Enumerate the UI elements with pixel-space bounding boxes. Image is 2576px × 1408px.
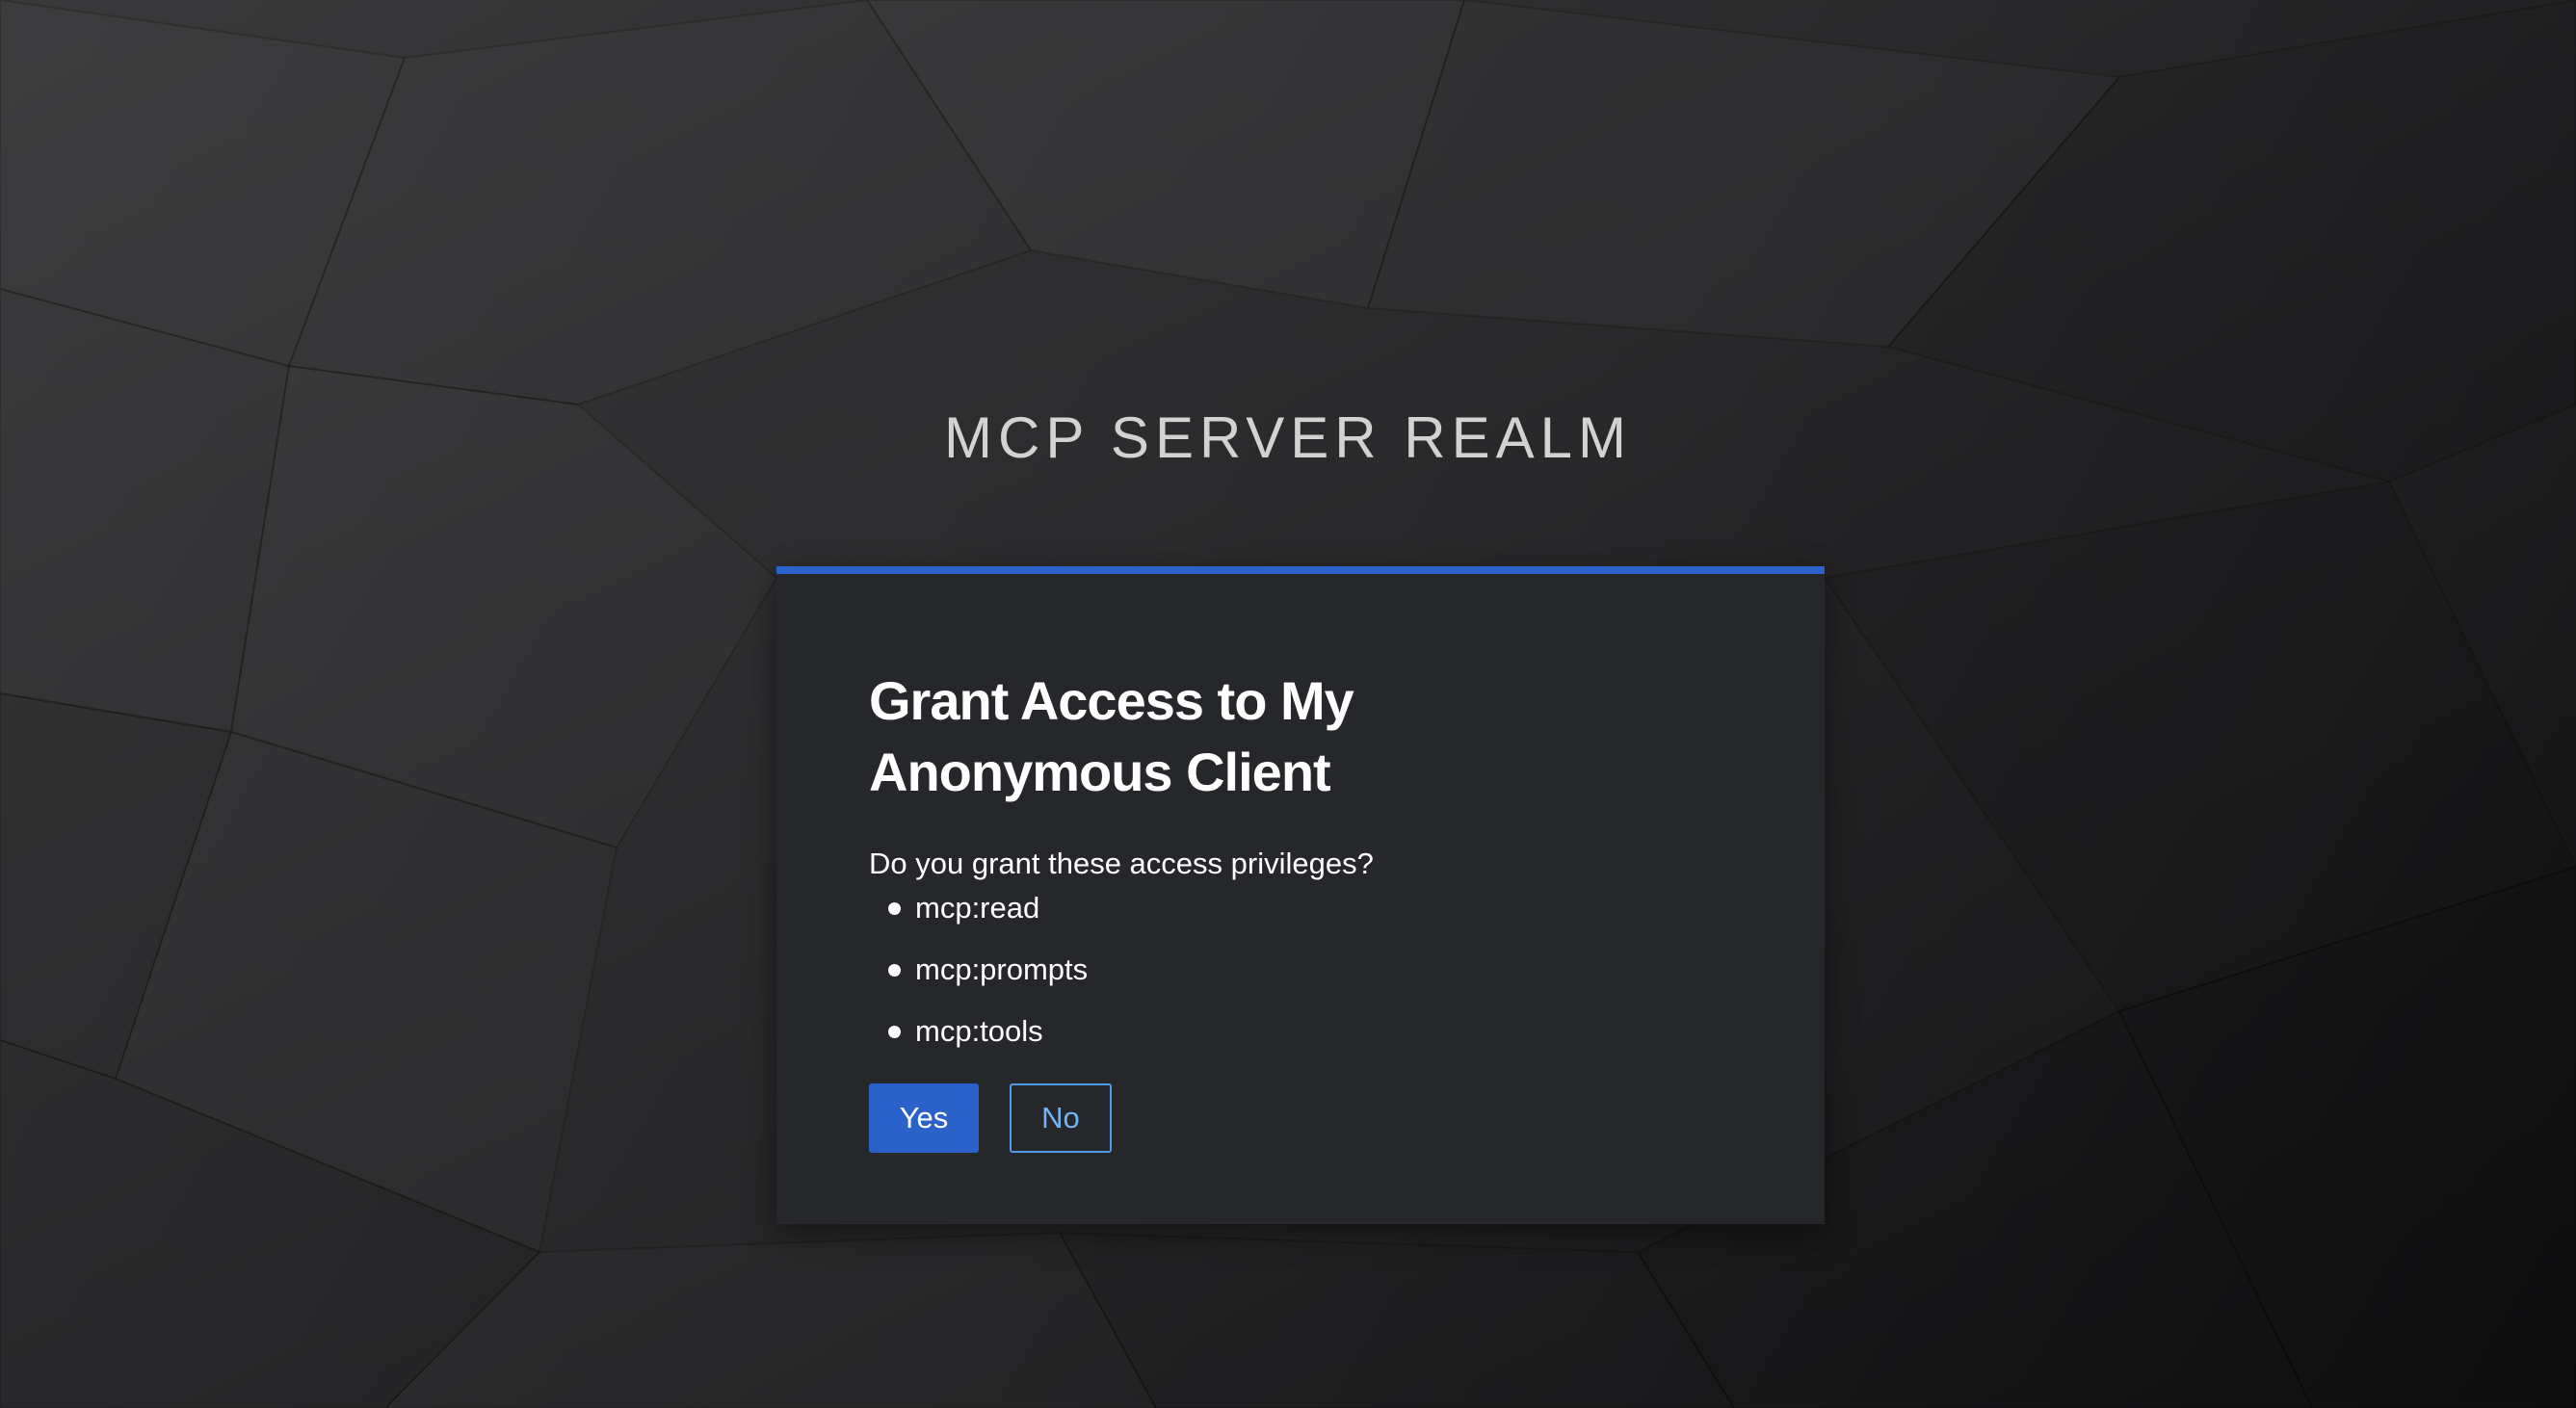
scope-label: mcp:tools — [915, 1014, 1043, 1048]
realm-title: MCP SERVER REALM — [944, 405, 1632, 470]
bullet-icon — [888, 902, 901, 915]
consent-question: Do you grant these access privileges? — [869, 847, 1374, 880]
consent-heading: Grant Access to My Anonymous Client — [869, 670, 1354, 802]
scope-list: mcp:read mcp:prompts mcp:tools — [869, 889, 1732, 1074]
no-button[interactable]: No — [1010, 1083, 1112, 1153]
consent-actions: Yes No — [869, 1083, 1732, 1153]
scope-item: mcp:prompts — [888, 951, 1732, 1012]
scope-label: mcp:prompts — [915, 952, 1089, 986]
scope-item: mcp:tools — [888, 1012, 1732, 1074]
bullet-icon — [888, 1026, 901, 1038]
scope-label: mcp:read — [915, 891, 1040, 925]
yes-button[interactable]: Yes — [869, 1083, 979, 1153]
bullet-icon — [888, 964, 901, 977]
scope-item: mcp:read — [888, 889, 1732, 951]
consent-card: Grant Access to My Anonymous Client Do y… — [776, 566, 1825, 1224]
